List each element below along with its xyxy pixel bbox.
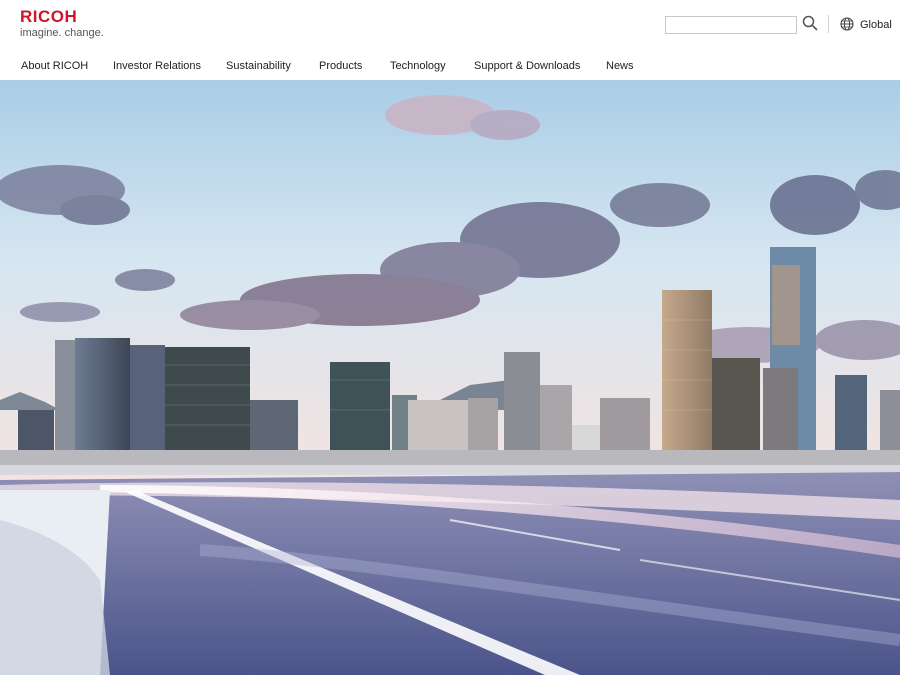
nav-item-sustainability[interactable]: Sustainability [226,60,291,72]
nav-item-products[interactable]: Products [319,60,362,72]
hero-image [0,80,900,675]
logo-wordmark: RICOH [20,7,78,26]
search-icon [802,15,818,34]
logo-tagline: imagine. change. [20,27,104,39]
search-button[interactable] [801,15,819,33]
nav-item-support-downloads[interactable]: Support & Downloads [474,60,580,72]
globe-icon [840,16,860,34]
nav-item-news[interactable]: News [606,60,634,72]
hero-banner [0,80,900,675]
main-nav: About RICOH Investor Relations Sustainab… [0,55,900,79]
site-header: RICOH imagine. change. Global About RICO… [0,0,900,80]
region-label: Global [860,19,892,31]
nav-item-about[interactable]: About RICOH [21,60,88,72]
nav-item-investor-relations[interactable]: Investor Relations [113,60,201,72]
region-selector[interactable]: Global [840,16,892,34]
ricoh-logo[interactable]: RICOH imagine. change. [20,8,104,40]
nav-item-technology[interactable]: Technology [390,60,446,72]
header-divider [828,15,829,33]
search-input[interactable] [665,16,797,34]
